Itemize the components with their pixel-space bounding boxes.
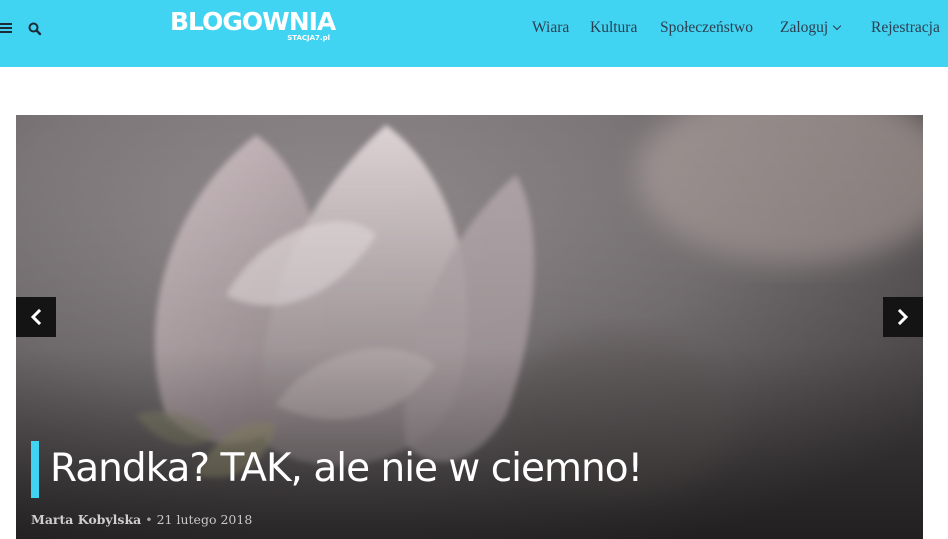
post-meta: Marta Kobylska • 21 lutego 2018 xyxy=(31,512,252,527)
chevron-left-icon xyxy=(30,308,42,326)
featured-slider[interactable]: Randka? TAK, ale nie w ciemno! Marta Kob… xyxy=(16,115,923,539)
site-header: BLOGOWNIA STACJA7.pl Wiara Kultura Społe… xyxy=(0,0,948,67)
post-title[interactable]: Randka? TAK, ale nie w ciemno! xyxy=(50,443,643,495)
meta-separator: • xyxy=(145,512,153,527)
nav-item-zaloguj-label: Zaloguj xyxy=(780,19,829,36)
nav-item-rejestracja[interactable]: Rejestracja xyxy=(871,18,940,38)
search-icon[interactable] xyxy=(27,21,43,37)
nav-item-zaloguj[interactable]: Zaloguj xyxy=(780,18,842,38)
slider-prev-button[interactable] xyxy=(16,297,56,337)
logo-subtitle: STACJA7.pl xyxy=(287,34,330,42)
site-logo[interactable]: BLOGOWNIA STACJA7.pl xyxy=(170,6,336,50)
nav-item-kultura[interactable]: Kultura xyxy=(590,18,637,38)
post-date: 21 lutego 2018 xyxy=(156,512,253,527)
chevron-down-icon xyxy=(832,21,842,31)
hamburger-menu-icon[interactable] xyxy=(0,20,14,36)
title-accent-bar xyxy=(31,441,39,498)
post-author[interactable]: Marta Kobylska xyxy=(31,512,141,527)
chevron-right-icon xyxy=(897,308,909,326)
slider-next-button[interactable] xyxy=(883,297,923,337)
nav-item-spoleczenstwo[interactable]: Społeczeństwo xyxy=(660,18,753,38)
nav-item-wiara[interactable]: Wiara xyxy=(532,18,569,38)
